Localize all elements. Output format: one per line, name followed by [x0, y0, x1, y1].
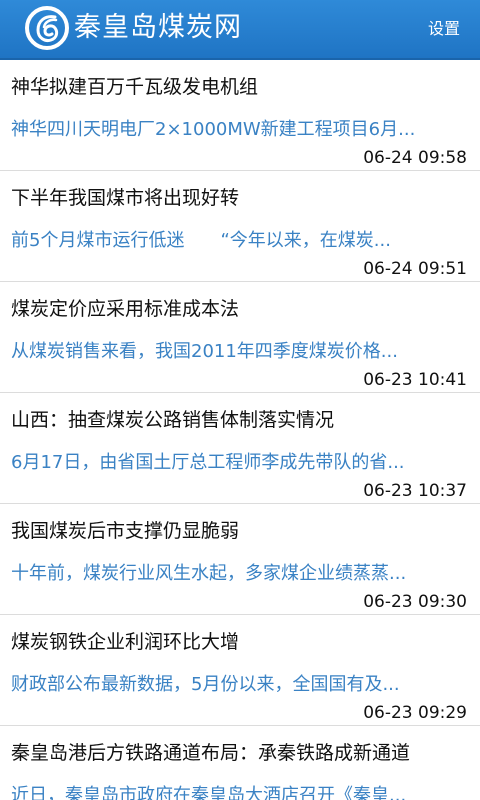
- news-list: 神华拟建百万千瓦级发电机组 神华四川天明电厂2×1000MW新建工程项目6月..…: [0, 60, 480, 800]
- news-title: 煤炭定价应采用标准成本法: [11, 298, 240, 320]
- news-timestamp: 06-23 10:41: [363, 370, 467, 390]
- news-title: 煤炭钢铁企业利润环比大增: [11, 631, 240, 653]
- news-timestamp: 06-23 09:29: [363, 703, 467, 723]
- top-bar: 秦皇岛煤炭网 设置: [0, 0, 480, 60]
- news-timestamp: 06-24 09:58: [363, 148, 467, 168]
- news-summary: 前5个月煤市运行低迷 “今年以来，在煤炭...: [11, 230, 391, 251]
- news-title: 山西：抽查煤炭公路销售体制落实情况: [11, 409, 335, 431]
- news-item[interactable]: 煤炭定价应采用标准成本法 从煤炭销售来看，我国2011年四季度煤炭价格... 0…: [0, 282, 480, 393]
- news-item[interactable]: 神华拟建百万千瓦级发电机组 神华四川天明电厂2×1000MW新建工程项目6月..…: [0, 60, 480, 171]
- news-summary: 神华四川天明电厂2×1000MW新建工程项目6月...: [11, 119, 416, 140]
- news-item[interactable]: 煤炭钢铁企业利润环比大增 财政部公布最新数据，5月份以来，全国国有及... 06…: [0, 615, 480, 726]
- coal-network-logo-icon: [25, 6, 69, 50]
- news-summary: 财政部公布最新数据，5月份以来，全国国有及...: [11, 674, 400, 695]
- news-item[interactable]: 秦皇岛港后方铁路通道布局：承秦铁路成新通道 近日，秦皇岛市政府在秦皇岛大酒店召开…: [0, 726, 480, 800]
- news-timestamp: 06-24 09:51: [363, 259, 467, 279]
- news-timestamp: 06-23 09:30: [363, 592, 467, 612]
- news-title: 下半年我国煤市将出现好转: [11, 187, 240, 209]
- news-timestamp: 06-23 10:37: [363, 481, 467, 501]
- news-item[interactable]: 我国煤炭后市支撑仍显脆弱 十年前，煤炭行业风生水起，多家煤企业绩蒸蒸... 06…: [0, 504, 480, 615]
- news-summary: 从煤炭销售来看，我国2011年四季度煤炭价格...: [11, 341, 398, 362]
- news-title: 我国煤炭后市支撑仍显脆弱: [11, 520, 240, 542]
- news-summary: 近日，秦皇岛市政府在秦皇岛大酒店召开《秦皇...: [11, 785, 407, 800]
- app-title: 秦皇岛煤炭网: [74, 12, 242, 43]
- news-item[interactable]: 下半年我国煤市将出现好转 前5个月煤市运行低迷 “今年以来，在煤炭... 06-…: [0, 171, 480, 282]
- news-title: 神华拟建百万千瓦级发电机组: [11, 76, 259, 98]
- settings-button[interactable]: 设置: [428, 18, 460, 40]
- news-summary: 十年前，煤炭行业风生水起，多家煤企业绩蒸蒸...: [11, 563, 407, 584]
- news-summary: 6月17日，由省国土厅总工程师李成先带队的省...: [11, 452, 405, 473]
- news-item[interactable]: 山西：抽查煤炭公路销售体制落实情况 6月17日，由省国土厅总工程师李成先带队的省…: [0, 393, 480, 504]
- app-screen: 秦皇岛煤炭网 设置 神华拟建百万千瓦级发电机组 神华四川天明电厂2×1000MW…: [0, 0, 480, 800]
- news-title: 秦皇岛港后方铁路通道布局：承秦铁路成新通道: [11, 742, 411, 764]
